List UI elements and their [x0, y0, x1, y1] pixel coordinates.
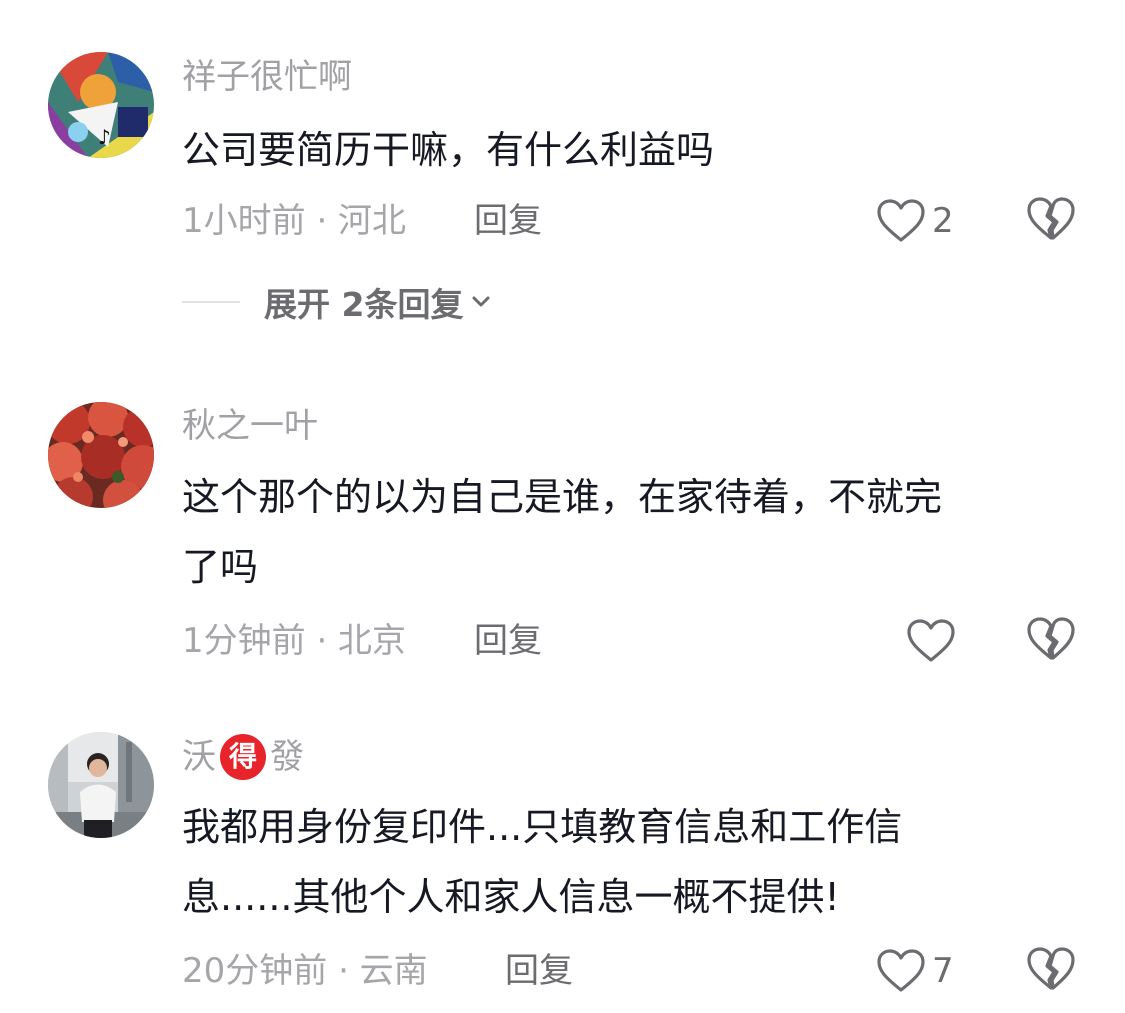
svg-text:♪: ♪ — [98, 125, 111, 149]
avatar[interactable] — [48, 732, 154, 838]
divider — [182, 301, 240, 303]
username-part: 發 — [270, 737, 304, 777]
comment-text: 公司要简历干嘛，有什么利益吗 — [182, 128, 715, 172]
like-button[interactable]: 2 — [876, 196, 954, 246]
username[interactable]: 秋之一叶 — [182, 406, 318, 446]
like-button[interactable]: 7 — [876, 946, 954, 996]
comment-text: 这个那个的以为自己是谁，在家待着，不就完 了吗 — [182, 462, 1082, 602]
broken-heart-icon — [1027, 947, 1075, 990]
expand-replies-button[interactable]: 展开 2条回复 — [182, 280, 493, 324]
broken-heart-icon — [1027, 617, 1075, 660]
like-count: 7 — [932, 951, 954, 991]
broken-heart-icon — [1027, 197, 1075, 240]
comment-meta: 1小时前 · 河北 — [182, 201, 407, 241]
expand-replies-label: 展开 2条回复 — [264, 285, 464, 324]
heart-icon — [877, 949, 925, 992]
dislike-button[interactable] — [1026, 946, 1076, 996]
chevron-down-icon — [472, 296, 490, 307]
comment-text-line: 这个那个的以为自己是谁，在家待着，不就完 — [182, 475, 943, 519]
comment-text: 我都用身份复印件...只填教育信息和工作信 息......其他个人和家人信息一概… — [182, 792, 1082, 932]
reply-button[interactable]: 回复 — [474, 621, 542, 661]
heart-icon — [907, 619, 955, 662]
reply-button[interactable]: 回复 — [505, 951, 573, 991]
heart-icon — [877, 199, 925, 242]
username-part: 沃 — [182, 737, 216, 777]
comment-meta: 1分钟前 · 北京 — [182, 621, 407, 661]
comment-text-line: 了吗 — [182, 545, 259, 589]
username[interactable]: 沃 得 發 — [182, 734, 304, 780]
like-count: 2 — [932, 201, 954, 241]
badge: 得 — [220, 734, 266, 780]
username[interactable]: 祥子很忙啊 — [182, 57, 352, 97]
reply-button[interactable]: 回复 — [474, 201, 542, 241]
comment-text-line: 息......其他个人和家人信息一概不提供! — [182, 875, 840, 919]
like-button[interactable] — [906, 616, 962, 666]
avatar[interactable] — [48, 402, 154, 508]
comment-text-line: 我都用身份复印件...只填教育信息和工作信 — [182, 805, 903, 849]
dislike-button[interactable] — [1026, 196, 1076, 246]
dislike-button[interactable] — [1026, 616, 1076, 666]
avatar[interactable]: ♪ — [48, 52, 154, 158]
comment-meta: 20分钟前 · 云南 — [182, 951, 428, 991]
